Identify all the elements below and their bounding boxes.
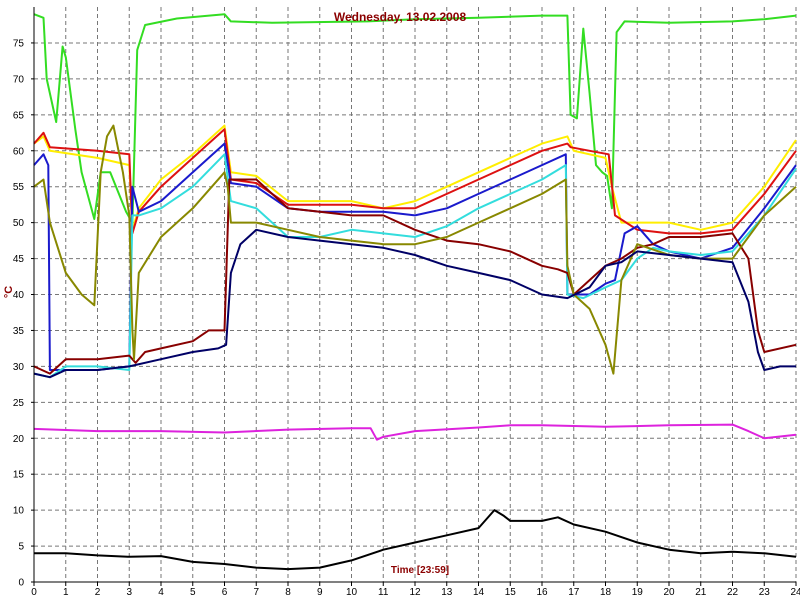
x-tick-label-6: 6	[222, 587, 228, 598]
y-tick-label-1: 5	[18, 542, 24, 553]
y-tick-labels: 051015202530354045505560657075	[13, 38, 34, 589]
chart-title: Wednesday, 13.02.2008	[334, 10, 467, 24]
y-tick-label-7: 35	[13, 326, 25, 337]
x-tick-label-9: 9	[317, 587, 323, 598]
y-tick-label-0: 0	[18, 578, 24, 589]
x-axis-label: Time [23:59]	[391, 565, 449, 576]
y-tick-label-9: 45	[13, 254, 25, 265]
x-tick-label-21: 21	[695, 587, 707, 598]
x-tick-label-3: 3	[126, 587, 132, 598]
y-tick-label-4: 20	[13, 434, 25, 445]
x-tick-label-1: 1	[63, 587, 69, 598]
y-tick-label-13: 65	[13, 110, 25, 121]
y-tick-label-3: 15	[13, 470, 25, 481]
x-tick-label-13: 13	[441, 587, 453, 598]
x-tick-label-0: 0	[31, 587, 37, 598]
x-tick-label-7: 7	[253, 587, 259, 598]
temperature-line-chart: 051015202530354045505560657075 012345678…	[3, 7, 800, 598]
x-tick-label-14: 14	[473, 587, 485, 598]
y-tick-label-11: 55	[13, 182, 25, 193]
x-tick-label-12: 12	[409, 587, 421, 598]
y-tick-label-5: 25	[13, 398, 25, 409]
x-tick-label-23: 23	[759, 587, 771, 598]
x-tick-label-10: 10	[346, 587, 358, 598]
y-tick-label-10: 50	[13, 218, 25, 229]
y-tick-label-6: 30	[13, 362, 25, 373]
y-tick-label-14: 70	[13, 74, 25, 85]
x-tick-label-11: 11	[378, 587, 389, 598]
x-tick-label-8: 8	[285, 587, 291, 598]
x-tick-label-15: 15	[505, 587, 517, 598]
x-tick-label-24: 24	[790, 587, 800, 598]
x-tick-label-4: 4	[158, 587, 164, 598]
x-tick-label-17: 17	[568, 587, 580, 598]
x-tick-label-22: 22	[727, 587, 739, 598]
x-tick-label-2: 2	[95, 587, 101, 598]
x-tick-label-16: 16	[536, 587, 548, 598]
x-tick-label-19: 19	[632, 587, 644, 598]
x-tick-label-5: 5	[190, 587, 196, 598]
y-tick-label-15: 75	[13, 38, 25, 49]
y-tick-label-12: 60	[13, 146, 25, 157]
x-tick-label-18: 18	[600, 587, 612, 598]
x-tick-labels: 0 1 2 3 4 5 6 7 8 9 10 11 12 13 14 15 16 17 18 19 20 21 22 23 24	[31, 582, 800, 598]
x-tick-label-20: 20	[663, 587, 675, 598]
y-tick-label-2: 10	[13, 506, 25, 517]
y-axis-label: °C	[3, 286, 15, 298]
